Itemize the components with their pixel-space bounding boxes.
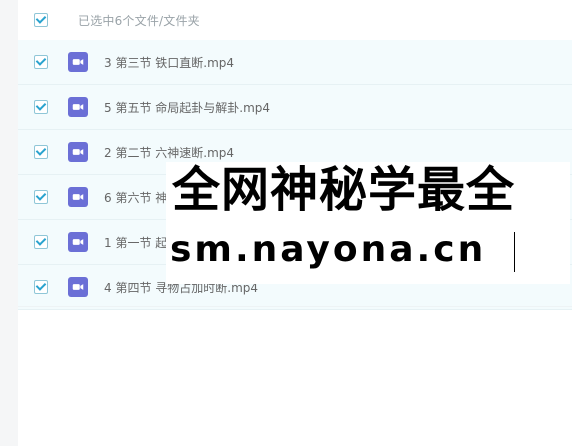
video-file-icon <box>68 277 88 297</box>
file-name[interactable]: 2 第二节 六神速断.mp4 <box>104 144 234 161</box>
file-name[interactable]: 5 第五节 命局起卦与解卦.mp4 <box>104 99 270 116</box>
file-checkbox[interactable] <box>34 190 48 204</box>
file-checkbox[interactable] <box>34 55 48 69</box>
video-file-icon <box>68 232 88 252</box>
file-name[interactable]: 3 第三节 铁口直断.mp4 <box>104 54 234 71</box>
file-row[interactable]: 3 第三节 铁口直断.mp4 <box>18 40 572 85</box>
video-file-icon <box>68 52 88 72</box>
selected-count-label: 已选中6个文件/文件夹 <box>78 13 200 28</box>
file-name[interactable]: 6 第六节 神 <box>104 189 167 206</box>
watermark-overlay: 全网神秘学最全 sm.nayona.cn <box>166 162 570 284</box>
video-file-icon <box>68 187 88 207</box>
video-file-icon <box>68 142 88 162</box>
file-checkbox[interactable] <box>34 145 48 159</box>
selection-header: 已选中6个文件/文件夹 <box>18 0 572 40</box>
list-divider <box>18 306 572 307</box>
file-checkbox[interactable] <box>34 280 48 294</box>
video-file-icon <box>68 97 88 117</box>
select-all-checkbox[interactable] <box>34 13 48 27</box>
file-checkbox[interactable] <box>34 100 48 114</box>
file-checkbox[interactable] <box>34 235 48 249</box>
file-name[interactable]: 1 第一节 起 <box>104 234 167 251</box>
left-gutter <box>0 0 18 446</box>
text-caret <box>514 232 515 272</box>
watermark-line-2: sm.nayona.cn <box>170 229 487 270</box>
file-row[interactable]: 5 第五节 命局起卦与解卦.mp4 <box>18 85 572 130</box>
watermark-line-1: 全网神秘学最全 <box>172 162 516 218</box>
